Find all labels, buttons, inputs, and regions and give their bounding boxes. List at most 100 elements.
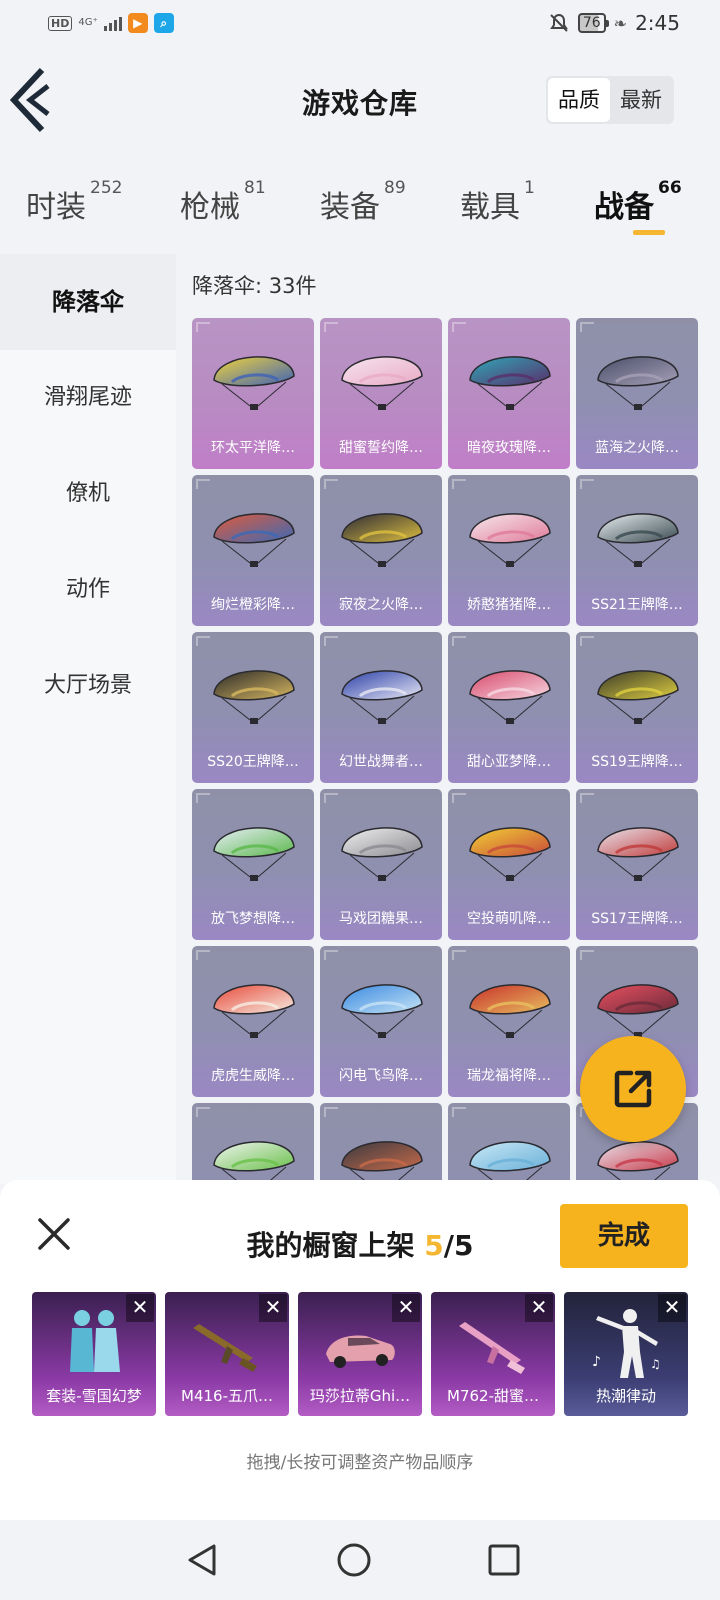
sort-quality-option[interactable]: 品质 xyxy=(548,78,610,122)
nav-recents-button[interactable] xyxy=(486,1542,522,1578)
parachute-card[interactable]: 放飞梦想降… xyxy=(192,789,314,940)
nav-back-button[interactable] xyxy=(184,1542,220,1578)
parachute-icon xyxy=(341,513,423,567)
showcase-item[interactable]: ✕ M762-甜蜜… xyxy=(431,1292,555,1416)
parachute-name: 娇憨猪猪降… xyxy=(467,597,551,613)
showcase-item-label: 玛莎拉蒂Ghi… xyxy=(309,1387,411,1405)
corner-mark xyxy=(452,950,466,960)
corner-mark xyxy=(196,950,210,960)
corner-mark xyxy=(324,322,338,332)
parachute-card[interactable]: SS20王牌降… xyxy=(192,632,314,783)
signal-icon xyxy=(103,15,122,31)
share-button[interactable] xyxy=(580,1036,686,1142)
done-button[interactable]: 完成 xyxy=(560,1204,688,1268)
video-app-icon: ▶ xyxy=(127,13,148,33)
parachute-card[interactable]: 马戏团糖果… xyxy=(320,789,442,940)
remove-item-button[interactable]: ✕ xyxy=(259,1294,287,1322)
corner-mark xyxy=(452,636,466,646)
parachute-icon xyxy=(597,670,679,724)
parachute-icon xyxy=(597,827,679,881)
showcase-item[interactable]: ✕ M416-五爪… xyxy=(165,1292,289,1416)
parachute-card[interactable] xyxy=(448,1103,570,1184)
reorder-hint: 拖拽/长按可调整资产物品顺序 xyxy=(246,1453,474,1473)
parachute-card[interactable]: 闪电飞鸟降… xyxy=(320,946,442,1097)
car-icon xyxy=(326,1335,395,1368)
tab-fashion[interactable]: 时装252 xyxy=(26,178,122,226)
sidebar-item-glide-trail[interactable]: 滑翔尾迹 xyxy=(0,350,176,446)
parachute-card[interactable]: 蓝海之火降… xyxy=(576,318,698,469)
remove-item-button[interactable]: ✕ xyxy=(525,1294,553,1322)
parachute-icon xyxy=(469,356,551,410)
parachute-card[interactable]: 娇憨猪猪降… xyxy=(448,475,570,626)
remove-item-button[interactable]: ✕ xyxy=(126,1294,154,1322)
parachute-card[interactable]: 瑞龙福将降… xyxy=(448,946,570,1097)
parachute-card[interactable]: 暗夜玫瑰降… xyxy=(448,318,570,469)
status-right: 76 ❧ 2:45 xyxy=(548,11,680,35)
svg-text:♫: ♫ xyxy=(650,1357,661,1371)
svg-text:♪: ♪ xyxy=(592,1354,601,1370)
parachute-card[interactable] xyxy=(192,1103,314,1184)
corner-mark xyxy=(324,1107,338,1117)
parachute-card[interactable]: SS17王牌降… xyxy=(576,789,698,940)
tab-vehicles[interactable]: 载具1 xyxy=(460,178,535,226)
parachute-icon xyxy=(469,513,551,567)
corner-mark xyxy=(196,479,210,489)
parachute-icon xyxy=(213,513,295,567)
sidebar-item-emote[interactable]: 动作 xyxy=(0,542,176,638)
rifle-icon xyxy=(193,1324,257,1372)
corner-mark xyxy=(452,479,466,489)
corner-mark xyxy=(196,322,210,332)
parachute-icon xyxy=(341,356,423,410)
nav-home-button[interactable] xyxy=(336,1542,372,1578)
sidebar-item-wingman[interactable]: 僚机 xyxy=(0,446,176,542)
parachute-card[interactable]: 环太平洋降… xyxy=(192,318,314,469)
hd-indicator: HD xyxy=(48,15,73,31)
item-count-label: 降落伞: 33件 xyxy=(192,274,317,298)
parachute-card[interactable]: 幻世战舞者… xyxy=(320,632,442,783)
sort-latest-option[interactable]: 最新 xyxy=(610,78,672,122)
leaf-icon: ❧ xyxy=(613,13,628,33)
sidebar-item-parachute[interactable]: 降落伞 xyxy=(0,254,176,350)
parachute-card[interactable] xyxy=(320,1103,442,1184)
tab-weapons[interactable]: 枪械81 xyxy=(180,178,266,226)
showcase-sheet: 我的橱窗上架 5/5 完成 ✕ 套装-雪国幻梦 ✕ M416-五爪… ✕ 玛莎拉蒂Ghi…… xyxy=(0,1180,720,1520)
parachute-card[interactable]: 绚烂橙彩降… xyxy=(192,475,314,626)
corner-mark xyxy=(580,950,594,960)
parachute-card[interactable]: 虎虎生威降… xyxy=(192,946,314,1097)
parachute-card[interactable]: SS21王牌降… xyxy=(576,475,698,626)
corner-mark xyxy=(452,1107,466,1117)
corner-mark xyxy=(452,793,466,803)
parachute-name: 空投萌叽降… xyxy=(467,911,551,927)
network-type: 4G⁺ xyxy=(78,17,98,28)
remove-item-button[interactable]: ✕ xyxy=(392,1294,420,1322)
square-recents-icon xyxy=(488,1544,520,1576)
parachute-card[interactable]: SS19王牌降… xyxy=(576,632,698,783)
parachute-card[interactable]: 寂夜之火降… xyxy=(320,475,442,626)
parachute-name: 蓝海之火降… xyxy=(595,440,679,456)
tab-equipment[interactable]: 装备89 xyxy=(320,178,406,226)
outfit-icon xyxy=(70,1310,120,1372)
sidebar-item-lobby-scene[interactable]: 大厅场景 xyxy=(0,638,176,734)
system-nav-bar xyxy=(0,1520,720,1600)
corner-mark xyxy=(580,793,594,803)
remove-item-button[interactable]: ✕ xyxy=(658,1294,686,1322)
parachute-icon xyxy=(213,670,295,724)
showcase-item-label: 套装-雪国幻梦 xyxy=(46,1387,142,1405)
parachute-name: 暗夜玫瑰降… xyxy=(467,440,551,456)
corner-mark xyxy=(452,322,466,332)
parachute-name: 瑞龙福将降… xyxy=(467,1068,551,1084)
parachute-icon xyxy=(469,670,551,724)
showcase-item[interactable]: ✕ 玛莎拉蒂Ghi… xyxy=(298,1292,422,1416)
parachute-card[interactable]: 甜蜜誓约降… xyxy=(320,318,442,469)
rifle-pink-icon xyxy=(459,1322,525,1374)
showcase-item[interactable]: ♪ ♫ ✕ 热潮律动 xyxy=(564,1292,688,1416)
parachute-name: 闪电飞鸟降… xyxy=(339,1068,423,1084)
tab-supplies[interactable]: 战备66 xyxy=(594,178,682,226)
showcase-item[interactable]: ✕ 套装-雪国幻梦 xyxy=(32,1292,156,1416)
clock: 2:45 xyxy=(635,11,680,35)
parachute-icon xyxy=(469,827,551,881)
mute-bell-icon xyxy=(549,13,568,32)
parachute-name: 环太平洋降… xyxy=(211,440,295,456)
parachute-card[interactable]: 空投萌叽降… xyxy=(448,789,570,940)
parachute-card[interactable]: 甜心亚梦降… xyxy=(448,632,570,783)
